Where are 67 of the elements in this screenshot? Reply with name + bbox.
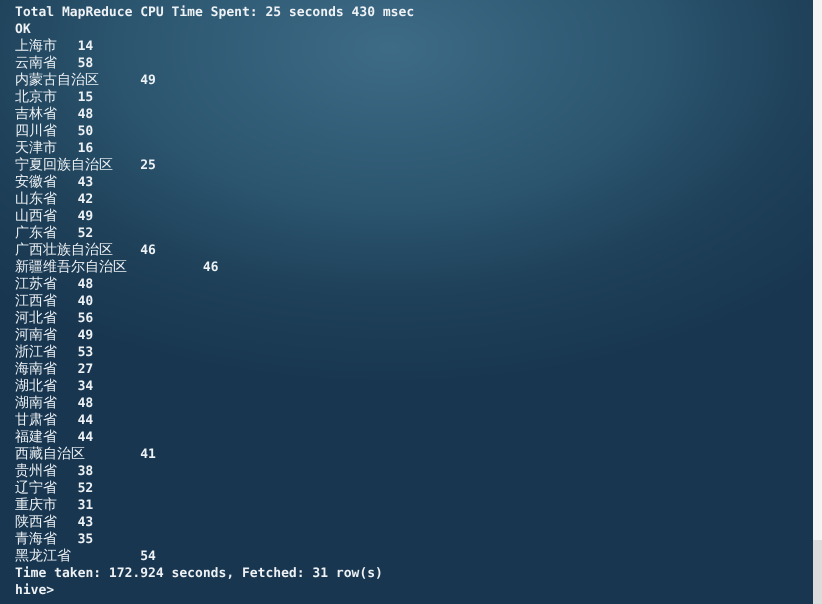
region-name: 山西省 — [15, 208, 57, 224]
region-name: 新疆维吾尔自治区 — [15, 259, 127, 275]
region-name: 福建省 — [15, 429, 57, 445]
count-value: 44 — [78, 413, 94, 428]
region-name: 湖南省 — [15, 395, 57, 411]
region-name: 山东省 — [15, 191, 57, 207]
count-value: 58 — [78, 56, 94, 71]
count-value: 46 — [140, 243, 156, 258]
output-line: OK — [15, 22, 31, 37]
region-name: 广西壮族自治区 — [15, 242, 113, 258]
count-value: 43 — [78, 515, 94, 530]
count-value: 15 — [78, 90, 94, 105]
count-value: 52 — [78, 481, 94, 496]
region-name: 上海市 — [15, 38, 57, 54]
count-value: 42 — [78, 192, 94, 207]
region-name: 海南省 — [15, 361, 57, 377]
count-value: 50 — [78, 124, 94, 139]
region-name: 内蒙古自治区 — [15, 72, 99, 88]
count-value: 31 — [78, 498, 94, 513]
output-line: Total MapReduce CPU Time Spent: 25 seconds 430 msec — [15, 5, 414, 20]
region-name: 江西省 — [15, 293, 57, 309]
region-name: 广东省 — [15, 225, 57, 241]
count-value: 44 — [78, 430, 94, 445]
region-name: 西藏自治区 — [15, 446, 85, 462]
region-name: 河南省 — [15, 327, 57, 343]
count-value: 35 — [78, 532, 94, 547]
region-name: 天津市 — [15, 140, 57, 156]
region-name: 宁夏回族自治区 — [15, 157, 113, 173]
region-name: 北京市 — [15, 89, 57, 105]
region-name: 青海省 — [15, 531, 57, 547]
region-name: 陕西省 — [15, 514, 57, 530]
region-name: 湖北省 — [15, 378, 57, 394]
region-name: 吉林省 — [15, 106, 57, 122]
region-name: 重庆市 — [15, 497, 57, 513]
count-value: 52 — [78, 226, 94, 241]
region-name: 甘肃省 — [15, 412, 57, 428]
command-prompt: hive> — [15, 583, 54, 598]
region-name: 河北省 — [15, 310, 57, 326]
count-value: 46 — [202, 260, 218, 275]
region-name: 浙江省 — [15, 344, 57, 360]
region-name: 辽宁省 — [15, 480, 57, 496]
count-value: 40 — [78, 294, 94, 309]
count-value: 49 — [78, 209, 94, 224]
count-value: 38 — [78, 464, 94, 479]
count-value: 48 — [78, 107, 94, 122]
count-value: 16 — [78, 141, 94, 156]
count-value: 53 — [78, 345, 94, 360]
count-value: 14 — [78, 39, 94, 54]
region-name: 云南省 — [15, 55, 57, 71]
count-value: 49 — [78, 328, 94, 343]
output-line: Time taken: 172.924 seconds, Fetched: 31 row(s) — [15, 566, 383, 581]
count-value: 43 — [78, 175, 94, 190]
count-value: 41 — [140, 447, 156, 462]
count-value: 56 — [78, 311, 94, 326]
count-value: 49 — [140, 73, 156, 88]
region-name: 安徽省 — [15, 174, 57, 190]
count-value: 34 — [78, 379, 94, 394]
region-name: 黑龙江省 — [15, 548, 71, 564]
count-value: 25 — [140, 158, 156, 173]
count-value: 27 — [78, 362, 94, 377]
side-strip-lower — [813, 540, 822, 604]
region-name: 江苏省 — [15, 276, 57, 292]
region-name: 四川省 — [15, 123, 57, 139]
region-name: 贵州省 — [15, 463, 57, 479]
count-value: 48 — [78, 277, 94, 292]
count-value: 48 — [78, 396, 94, 411]
count-value: 54 — [140, 549, 156, 564]
